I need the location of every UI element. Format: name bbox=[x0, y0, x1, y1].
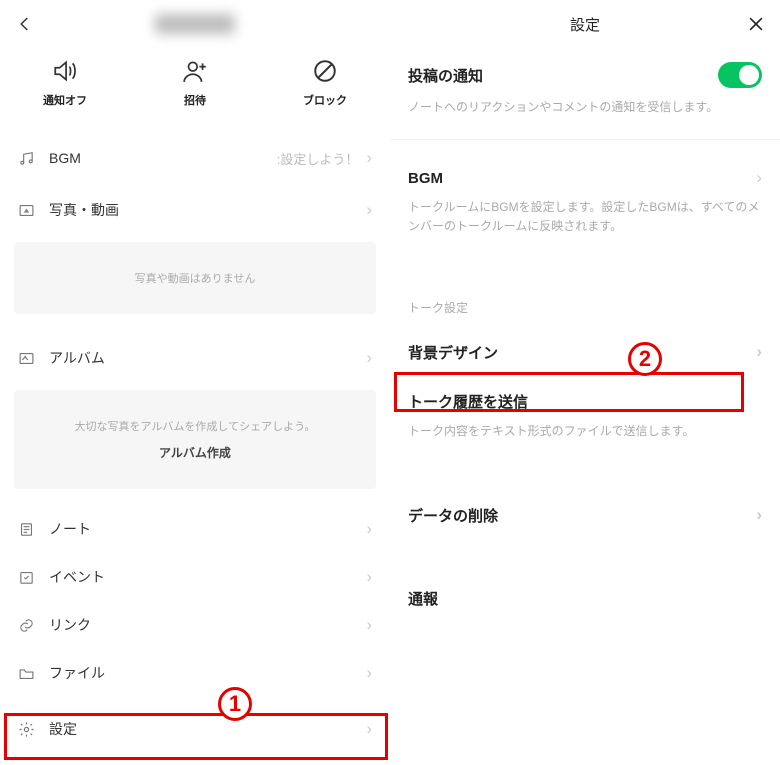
invite-label: 招待 bbox=[184, 92, 206, 108]
block-icon bbox=[312, 58, 338, 84]
photos-label: 写真・動画 bbox=[49, 200, 366, 220]
invite-action[interactable]: 招待 bbox=[130, 58, 260, 108]
delete-data-label: データの削除 bbox=[408, 505, 756, 526]
event-row[interactable]: イベント › bbox=[0, 553, 390, 601]
album-empty-text: 大切な写真をアルバムを作成してシェアしよう。 bbox=[75, 421, 316, 433]
chevron-right-icon: › bbox=[756, 168, 762, 188]
photos-row[interactable]: 写真・動画 › bbox=[0, 182, 390, 238]
send-history-desc: トーク内容をテキスト形式のファイルで送信します。 bbox=[408, 422, 762, 441]
chevron-right-icon: › bbox=[366, 519, 372, 539]
album-label: アルバム bbox=[49, 348, 366, 368]
chevron-right-icon: › bbox=[366, 348, 372, 368]
album-row[interactable]: アルバム › bbox=[0, 330, 390, 386]
delete-data-row[interactable]: データの削除 › bbox=[390, 489, 780, 542]
speaker-icon bbox=[52, 58, 78, 84]
talk-settings-group: トーク設定 bbox=[390, 259, 780, 326]
add-user-icon bbox=[182, 58, 208, 84]
calendar-icon bbox=[18, 569, 35, 586]
file-row[interactable]: ファイル › bbox=[0, 649, 390, 697]
note-label: ノート bbox=[49, 519, 366, 539]
report-label: 通報 bbox=[408, 588, 762, 609]
bgm-hint: :設定しよう！ bbox=[277, 149, 359, 168]
link-label: リンク bbox=[49, 615, 366, 635]
mute-action[interactable]: 通知オフ bbox=[0, 58, 130, 108]
chevron-right-icon: › bbox=[366, 567, 372, 587]
background-design-row[interactable]: 背景デザイン › bbox=[390, 326, 780, 379]
report-row[interactable]: 通報 bbox=[390, 572, 780, 625]
note-row[interactable]: ノート › bbox=[0, 505, 390, 553]
chat-menu-pane: 通知オフ 招待 ブロック BGM :設定しよう！ › 写真・動画 › bbox=[0, 0, 390, 765]
post-notif-toggle[interactable] bbox=[718, 62, 762, 88]
bgm-section[interactable]: BGM › トークルームにBGMを設定します。設定したBGMは、すべてのメンバー… bbox=[390, 140, 780, 258]
gear-icon bbox=[18, 721, 35, 738]
chevron-right-icon: › bbox=[756, 505, 762, 525]
right-bgm-title: BGM bbox=[408, 170, 756, 187]
photo-icon bbox=[18, 202, 35, 219]
album-empty-card: 大切な写真をアルバムを作成してシェアしよう。 アルバム作成 bbox=[14, 390, 376, 489]
post-notification-section: 投稿の通知 ノートへのリアクションやコメントの通知を受信します。 bbox=[390, 48, 780, 140]
right-bgm-desc: トークルームにBGMを設定します。設定したBGMは、すべてのメンバーのトークルー… bbox=[408, 198, 762, 236]
chevron-right-icon: › bbox=[366, 200, 372, 220]
block-action[interactable]: ブロック bbox=[260, 58, 390, 108]
post-notif-desc: ノートへのリアクションやコメントの通知を受信します。 bbox=[408, 98, 762, 117]
event-label: イベント bbox=[49, 567, 366, 587]
note-icon bbox=[18, 521, 35, 538]
settings-label: 設定 bbox=[49, 719, 366, 739]
album-icon bbox=[18, 350, 35, 367]
link-icon bbox=[18, 617, 35, 634]
send-history-row[interactable]: トーク履歴を送信 トーク内容をテキスト形式のファイルで送信します。 bbox=[390, 379, 780, 459]
bgm-label: BGM bbox=[49, 150, 277, 166]
post-notif-title: 投稿の通知 bbox=[408, 65, 718, 86]
chat-title-blurred bbox=[155, 14, 235, 34]
settings-title: 設定 bbox=[404, 14, 766, 35]
album-create-button[interactable]: アルバム作成 bbox=[30, 444, 360, 461]
music-icon bbox=[18, 150, 35, 167]
photos-empty-card: 写真や動画はありません bbox=[14, 242, 376, 314]
chevron-right-icon: › bbox=[366, 719, 372, 739]
close-icon[interactable] bbox=[746, 14, 766, 34]
back-icon[interactable] bbox=[16, 15, 34, 33]
send-history-title: トーク履歴を送信 bbox=[408, 391, 762, 412]
folder-icon bbox=[18, 665, 35, 682]
block-label: ブロック bbox=[303, 92, 347, 108]
bgm-row[interactable]: BGM :設定しよう！ › bbox=[0, 134, 390, 182]
chevron-right-icon: › bbox=[366, 663, 372, 683]
bg-design-label: 背景デザイン bbox=[408, 342, 756, 363]
file-label: ファイル bbox=[49, 663, 366, 683]
chevron-right-icon: › bbox=[366, 615, 372, 635]
mute-label: 通知オフ bbox=[43, 92, 87, 108]
settings-pane: 設定 投稿の通知 ノートへのリアクションやコメントの通知を受信します。 BGM … bbox=[390, 0, 780, 765]
settings-row[interactable]: 設定 › bbox=[0, 705, 390, 753]
photos-empty-text: 写真や動画はありません bbox=[135, 273, 256, 285]
action-bar: 通知オフ 招待 ブロック bbox=[0, 48, 390, 134]
chevron-right-icon: › bbox=[756, 342, 762, 362]
link-row[interactable]: リンク › bbox=[0, 601, 390, 649]
chevron-right-icon: › bbox=[366, 148, 372, 168]
